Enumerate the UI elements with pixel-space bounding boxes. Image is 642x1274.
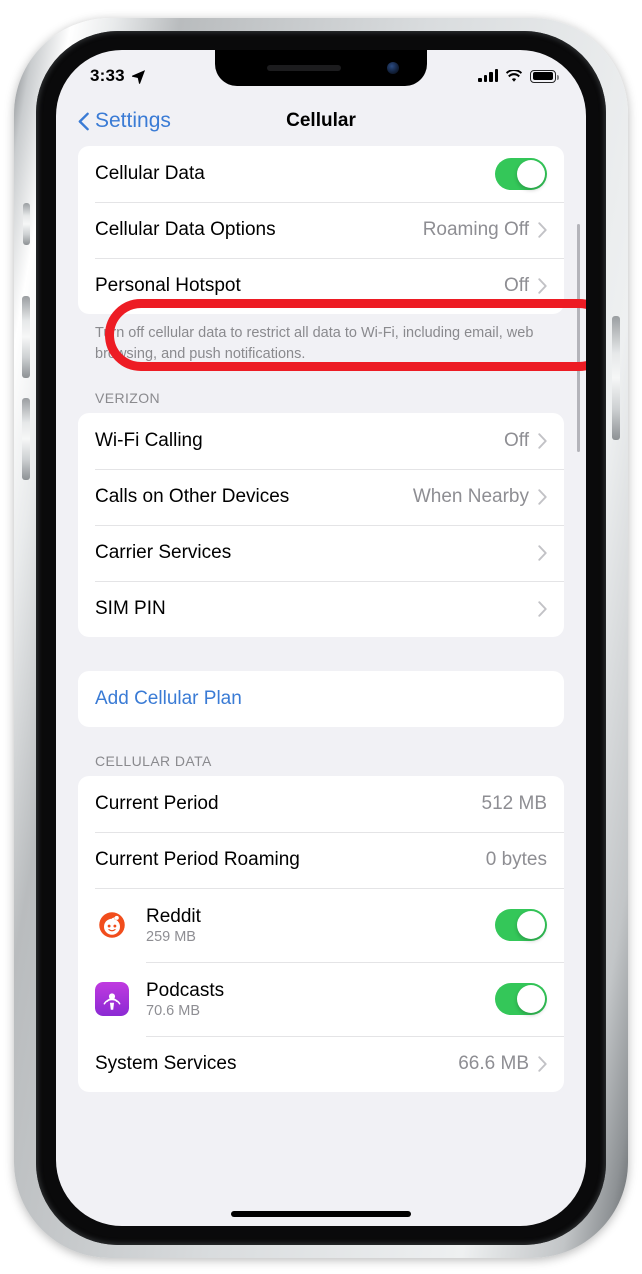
row-wifi-calling[interactable]: Wi-Fi Calling Off bbox=[78, 413, 564, 469]
phone-screen: 3:33 Settings Cellular Cellular Data Cel… bbox=[56, 50, 586, 1226]
row-app-podcasts[interactable]: Podcasts 70.6 MB bbox=[78, 962, 564, 1036]
row-value: 512 MB bbox=[481, 793, 547, 815]
chevron-right-icon bbox=[538, 601, 547, 617]
app-usage: 70.6 MB bbox=[146, 1002, 200, 1019]
row-add-cellular-plan[interactable]: Add Cellular Plan bbox=[78, 671, 564, 727]
cellular-data-toggle[interactable] bbox=[495, 158, 547, 190]
row-app-reddit[interactable]: Reddit 259 MB bbox=[78, 888, 564, 962]
chevron-right-icon bbox=[538, 545, 547, 561]
settings-list[interactable]: Cellular Data Cellular Data Options Roam… bbox=[56, 146, 586, 1226]
row-label: Personal Hotspot bbox=[95, 275, 241, 296]
wifi-icon bbox=[505, 69, 523, 82]
group-carrier: Wi-Fi Calling Off Calls on Other Devices… bbox=[78, 413, 564, 638]
mute-switch[interactable] bbox=[23, 203, 30, 245]
row-label: System Services bbox=[95, 1053, 237, 1075]
volume-down-button[interactable] bbox=[22, 398, 30, 480]
app-usage: 259 MB bbox=[146, 928, 196, 945]
row-label: Calls on Other Devices bbox=[95, 486, 290, 508]
row-personal-hotspot[interactable]: Personal Hotspot Off bbox=[78, 258, 564, 314]
group-cellular-data: Cellular Data Cellular Data Options Roam… bbox=[78, 146, 564, 314]
notch bbox=[215, 50, 427, 86]
row-value: 66.6 MB bbox=[458, 1053, 529, 1075]
row-label: Wi-Fi Calling bbox=[95, 430, 203, 452]
front-camera-icon bbox=[387, 62, 399, 74]
battery-icon bbox=[530, 69, 559, 83]
home-indicator[interactable] bbox=[231, 1211, 411, 1217]
row-value: When Nearby bbox=[412, 486, 529, 508]
row-value: Off bbox=[504, 275, 529, 296]
row-value: Roaming Off bbox=[422, 219, 529, 240]
section-header-cellular-data: CELLULAR DATA bbox=[95, 753, 212, 770]
row-carrier-services[interactable]: Carrier Services bbox=[78, 525, 564, 581]
row-cellular-data-options[interactable]: Cellular Data Options Roaming Off bbox=[78, 202, 564, 258]
row-current-period-roaming[interactable]: Current Period Roaming 0 bytes bbox=[78, 832, 564, 888]
back-label: Settings bbox=[95, 109, 171, 132]
row-system-services[interactable]: System Services 66.6 MB bbox=[78, 1036, 564, 1092]
chevron-right-icon bbox=[538, 222, 547, 238]
row-label: Cellular Data Options bbox=[95, 219, 276, 240]
row-label: Cellular Data bbox=[95, 163, 205, 184]
row-cellular-data[interactable]: Cellular Data bbox=[78, 146, 564, 202]
row-calls-on-other-devices[interactable]: Calls on Other Devices When Nearby bbox=[78, 469, 564, 525]
power-button[interactable] bbox=[612, 316, 620, 440]
section-header-carrier: VERIZON bbox=[95, 390, 161, 407]
cellular-data-footer: Turn off cellular data to restrict all d… bbox=[95, 325, 534, 362]
iphone-device-frame: 3:33 Settings Cellular Cellular Data Cel… bbox=[14, 18, 628, 1258]
row-value: 0 bytes bbox=[485, 849, 547, 871]
podcasts-cellular-toggle[interactable] bbox=[495, 983, 547, 1016]
reddit-app-icon bbox=[95, 908, 129, 943]
chevron-right-icon bbox=[538, 489, 547, 505]
row-current-period[interactable]: Current Period 512 MB bbox=[78, 776, 564, 832]
reddit-cellular-toggle[interactable] bbox=[495, 909, 547, 942]
chevron-right-icon bbox=[538, 1056, 547, 1072]
app-text: Reddit 259 MB bbox=[146, 906, 495, 945]
app-name: Podcasts bbox=[146, 979, 225, 1001]
device-bezel: 3:33 Settings Cellular Cellular Data Cel… bbox=[36, 31, 606, 1245]
chevron-right-icon bbox=[538, 433, 547, 449]
row-label: Add Cellular Plan bbox=[95, 688, 242, 710]
group-usage: Current Period 512 MB Current Period Roa… bbox=[78, 776, 564, 1093]
app-name: Reddit bbox=[146, 905, 201, 927]
row-value: Off bbox=[504, 430, 529, 452]
cellular-bars-icon bbox=[478, 69, 498, 82]
status-bar-left: 3:33 bbox=[90, 66, 146, 86]
row-label: Current Period bbox=[95, 793, 219, 815]
status-bar-right bbox=[478, 69, 559, 83]
group-add-plan: Add Cellular Plan bbox=[78, 671, 564, 728]
row-label: Current Period Roaming bbox=[95, 849, 300, 871]
row-label: SIM PIN bbox=[95, 598, 166, 620]
chevron-right-icon bbox=[538, 278, 547, 294]
navigation-bar: Settings Cellular bbox=[56, 96, 586, 146]
app-text: Podcasts 70.6 MB bbox=[146, 980, 495, 1019]
chevron-left-icon bbox=[78, 112, 89, 130]
earpiece-speaker-icon bbox=[267, 65, 341, 71]
scroll-indicator[interactable] bbox=[576, 224, 580, 452]
row-label: Carrier Services bbox=[95, 542, 232, 564]
volume-up-button[interactable] bbox=[22, 296, 30, 378]
podcasts-app-icon bbox=[95, 982, 129, 1017]
status-time: 3:33 bbox=[90, 66, 125, 85]
row-sim-pin[interactable]: SIM PIN bbox=[78, 581, 564, 637]
back-button[interactable]: Settings bbox=[78, 109, 171, 133]
location-arrow-icon bbox=[131, 69, 145, 84]
